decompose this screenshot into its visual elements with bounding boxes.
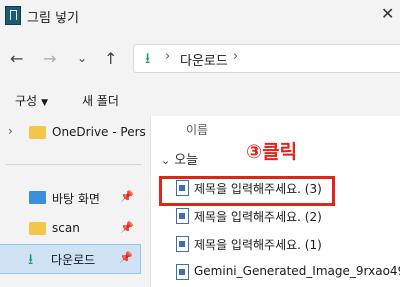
forward-arrow-icon[interactable]: →	[43, 49, 56, 68]
back-arrow-icon[interactable]: ←	[10, 49, 23, 68]
new-folder-button[interactable]: 새 폴더	[82, 92, 119, 109]
highlight-box	[159, 176, 335, 206]
sidebar-item-downloads[interactable]: ⭳ 다운로드 📌	[0, 244, 141, 274]
pin-icon[interactable]: 📌	[119, 251, 133, 264]
pin-icon[interactable]: 📌	[120, 221, 134, 234]
chevron-down-icon: ⌄	[161, 154, 171, 167]
organize-button[interactable]: 구성 ▼	[15, 92, 48, 109]
chevron-right-icon[interactable]: ›	[233, 49, 238, 64]
file-row[interactable]: 제목을 입력해주세요. (2)	[174, 205, 398, 227]
pin-icon[interactable]: 📌	[120, 190, 134, 203]
chevron-down-icon[interactable]: ⌄	[77, 51, 87, 65]
chevron-right-icon[interactable]: ›	[165, 49, 170, 64]
file-name: 제목을 입력해주세요. (1)	[194, 238, 322, 252]
file-row[interactable]: Gemini_Generated_Image_9rxao49rc	[174, 261, 400, 283]
window-title: 그림 넣기	[27, 11, 79, 26]
title-bar: 그림 넣기 ✕	[0, 0, 400, 36]
navigation-pane: › OneDrive - Pers 바탕 화면 📌 scan 📌 ⭳ 다운로드 …	[0, 116, 151, 287]
organize-label: 구성	[15, 94, 38, 108]
app-icon	[5, 6, 21, 25]
file-name: Gemini_Generated_Image_9rxao49rc	[194, 264, 400, 278]
folder-icon	[29, 222, 46, 235]
file-row[interactable]: 제목을 입력해주세요. (1)	[174, 233, 398, 255]
sidebar-item-label: 다운로드	[51, 253, 96, 267]
desktop-icon	[29, 191, 46, 204]
close-icon[interactable]: ✕	[381, 4, 394, 23]
download-icon: ⭳	[28, 250, 34, 268]
document-icon	[176, 208, 189, 224]
address-bar[interactable]: ⭳ › 다운로드 ›	[133, 44, 400, 73]
document-icon	[176, 236, 189, 252]
address-location[interactable]: 다운로드	[180, 50, 228, 69]
sidebar-item-label: OneDrive - Pers	[52, 125, 146, 139]
divider	[6, 164, 142, 165]
chevron-right-icon[interactable]: ›	[8, 124, 13, 138]
sidebar-item-onedrive[interactable]: › OneDrive - Pers	[0, 119, 150, 147]
sidebar-item-label: scan	[52, 221, 80, 235]
navigation-bar: ← → ⌄ ↑ ⭳ › 다운로드 ›	[0, 36, 400, 80]
up-arrow-icon[interactable]: ↑	[104, 49, 117, 68]
click-annotation: ③클릭	[246, 141, 298, 163]
group-header-today[interactable]: ⌄ 오늘	[161, 149, 198, 168]
caret-down-icon: ▼	[41, 98, 49, 108]
download-icon: ⭳	[145, 49, 151, 67]
sidebar-item-desktop[interactable]: 바탕 화면 📌	[0, 184, 150, 212]
document-icon	[176, 264, 189, 280]
file-name: 제목을 입력해주세요. (2)	[194, 210, 322, 224]
sidebar-item-scan[interactable]: scan 📌	[0, 215, 150, 243]
folder-icon	[29, 126, 46, 139]
sidebar-item-label: 바탕 화면	[52, 192, 100, 206]
column-header-name[interactable]: 이름	[186, 121, 208, 138]
group-label: 오늘	[174, 153, 199, 168]
